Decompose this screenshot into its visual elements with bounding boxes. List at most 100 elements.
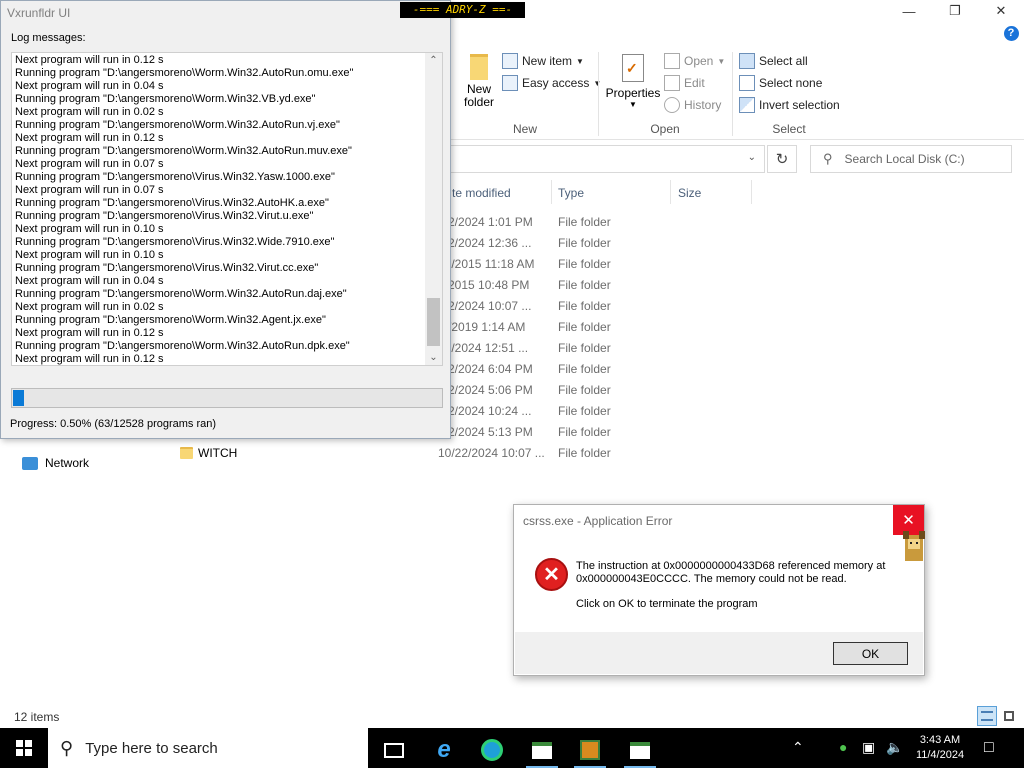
edge-icon xyxy=(481,739,503,761)
open-button[interactable]: Open ▼ xyxy=(664,53,725,69)
log-scrollbar[interactable]: ⌃ ⌄ xyxy=(425,53,442,365)
edit-icon xyxy=(664,75,680,91)
progress-bar xyxy=(11,388,443,408)
file-date-modified: 10/22/2024 10:07 ... xyxy=(438,446,545,460)
taskbar-app-window-2[interactable] xyxy=(620,732,660,768)
details-view-icon xyxy=(981,711,993,721)
log-line: Running program "D:\angersmoreno\Virus.W… xyxy=(15,210,314,222)
notifications-icon[interactable]: □ xyxy=(984,739,994,757)
log-line: Next program will run in 0.10 s xyxy=(15,223,164,235)
edit-button[interactable]: Edit xyxy=(664,75,705,91)
column-header-date-modified[interactable]: te modified xyxy=(452,186,511,200)
log-line: Next program will run in 0.07 s xyxy=(15,184,164,196)
maximize-button[interactable]: ❐ xyxy=(932,0,978,22)
log-line: Running program "D:\angersmoreno\Virus.W… xyxy=(15,197,329,209)
dropdown-arrow-icon: ▼ xyxy=(629,100,637,109)
scroll-down-icon[interactable]: ⌄ xyxy=(425,352,442,363)
taskbar-app-window-1[interactable] xyxy=(522,732,562,768)
taskbar-app-ie[interactable]: e xyxy=(424,732,464,768)
ribbon-bottom-border xyxy=(449,139,1024,140)
easy-access-icon xyxy=(502,75,518,91)
column-divider[interactable] xyxy=(551,180,552,204)
log-line: Running program "D:\angersmoreno\Virus.W… xyxy=(15,171,335,183)
new-folder-button[interactable]: New folder xyxy=(460,54,498,109)
taskbar-search-box[interactable]: ⚲ Type here to search xyxy=(48,728,368,768)
log-line: Running program "D:\angersmoreno\Worm.Wi… xyxy=(15,340,350,352)
help-icon[interactable]: ? xyxy=(998,22,1024,44)
log-line: Running program "D:\angersmoreno\Virus.W… xyxy=(15,236,335,248)
log-line: Running program "D:\angersmoreno\Worm.Wi… xyxy=(15,145,352,157)
ribbon-group-open: ✓ Properties ▼ Open ▼ Edit History Open xyxy=(600,48,730,138)
file-date-modified: 25/2024 12:51 ... xyxy=(438,341,529,355)
select-none-button[interactable]: Select none xyxy=(739,75,822,91)
file-date-modified: /22/2024 5:06 PM xyxy=(438,383,533,397)
search-placeholder: Search Local Disk (C:) xyxy=(844,152,965,166)
taskbar-app-edge[interactable] xyxy=(472,732,512,768)
task-view-button[interactable] xyxy=(374,732,414,768)
history-label: History xyxy=(684,98,722,112)
scrollbar-thumb[interactable] xyxy=(427,298,440,346)
column-header-size[interactable]: Size xyxy=(678,186,701,200)
nav-item-network[interactable]: Network xyxy=(22,456,89,470)
taskbar-search-placeholder: Type here to search xyxy=(85,739,218,757)
invert-selection-button[interactable]: Invert selection xyxy=(739,97,840,113)
user-icon[interactable]: ● xyxy=(839,739,847,755)
log-line: Next program will run in 0.10 s xyxy=(15,249,164,261)
large-icons-view-icon xyxy=(1004,711,1014,721)
log-line: Next program will run in 0.07 s xyxy=(15,158,164,170)
network-tray-icon[interactable]: ▣ xyxy=(862,739,875,756)
nav-item-label: Network xyxy=(45,456,90,470)
app-window-icon xyxy=(532,741,552,759)
log-line: Next program will run in 0.12 s xyxy=(15,353,164,365)
select-all-button[interactable]: Select all xyxy=(739,53,808,69)
show-hidden-icons-icon[interactable]: ⌃ xyxy=(792,739,804,756)
select-none-label: Select none xyxy=(759,76,823,90)
log-messages-box[interactable]: Next program will run in 0.12 s Running p… xyxy=(11,52,443,366)
clock[interactable]: 3:43 AM 11/4/2024 xyxy=(908,733,972,763)
start-button[interactable] xyxy=(0,728,48,768)
log-line: Running program "D:\angersmoreno\Worm.Wi… xyxy=(15,288,347,300)
ribbon-group-label-open: Open xyxy=(650,122,680,136)
file-type: File folder xyxy=(558,341,611,355)
clock-date: 11/4/2024 xyxy=(915,749,965,761)
log-line: Next program will run in 0.12 s xyxy=(15,54,164,66)
taskbar-app-installer[interactable] xyxy=(570,732,610,768)
new-item-label: New item xyxy=(522,54,573,68)
address-bar[interactable]: ⌄ xyxy=(449,145,765,173)
file-name: WITCH xyxy=(198,446,238,460)
properties-button[interactable]: ✓ Properties ▼ xyxy=(604,54,662,109)
taskbar: ⚲ Type here to search e ⌃ ● ▣ 🔈 3:43 AM … xyxy=(0,728,1024,768)
column-divider[interactable] xyxy=(751,180,752,204)
volume-icon[interactable]: 🔈 xyxy=(886,739,903,756)
minimize-button[interactable]: — xyxy=(886,0,932,22)
file-date-modified: /7/2019 1:14 AM xyxy=(438,320,526,334)
easy-access-label: Easy access xyxy=(522,76,590,90)
log-messages-label: Log messages: xyxy=(11,32,86,44)
task-view-icon xyxy=(384,742,404,758)
column-header-type[interactable]: Type xyxy=(558,186,584,200)
file-row[interactable]: WITCH 10/22/2024 10:07 ... File folder xyxy=(0,443,760,464)
window-title: Vxrunfldr UI xyxy=(7,6,71,20)
history-button[interactable]: History xyxy=(664,97,721,113)
file-date-modified: /22/2024 10:24 ... xyxy=(438,404,532,418)
internet-explorer-icon: e xyxy=(437,736,451,763)
error-icon: ✕ xyxy=(535,558,568,591)
error-message: The instruction at 0x0000000000433D68 re… xyxy=(576,560,886,585)
refresh-button[interactable]: ↻ xyxy=(767,145,797,173)
details-view-button[interactable] xyxy=(977,706,997,726)
mascot-sprite-icon xyxy=(903,531,925,561)
address-dropdown-icon[interactable]: ⌄ xyxy=(748,152,756,163)
easy-access-button[interactable]: Easy access ▼ xyxy=(502,75,601,91)
open-label: Open xyxy=(684,54,714,68)
new-item-button[interactable]: New item ▼ xyxy=(502,53,584,69)
close-window-button[interactable]: ✕ xyxy=(978,0,1024,22)
log-line: Running program "D:\angersmoreno\Worm.Wi… xyxy=(15,67,354,79)
column-divider[interactable] xyxy=(670,180,671,204)
large-icons-view-button[interactable] xyxy=(999,706,1019,726)
scroll-up-icon[interactable]: ⌃ xyxy=(425,55,442,66)
file-date-modified: 3/2015 10:48 PM xyxy=(438,278,530,292)
refresh-icon: ↻ xyxy=(775,151,789,168)
search-input[interactable]: ⚲ Search Local Disk (C:) xyxy=(810,145,1012,173)
ok-button[interactable]: OK xyxy=(833,642,908,665)
dropdown-arrow-icon: ▼ xyxy=(717,56,726,66)
